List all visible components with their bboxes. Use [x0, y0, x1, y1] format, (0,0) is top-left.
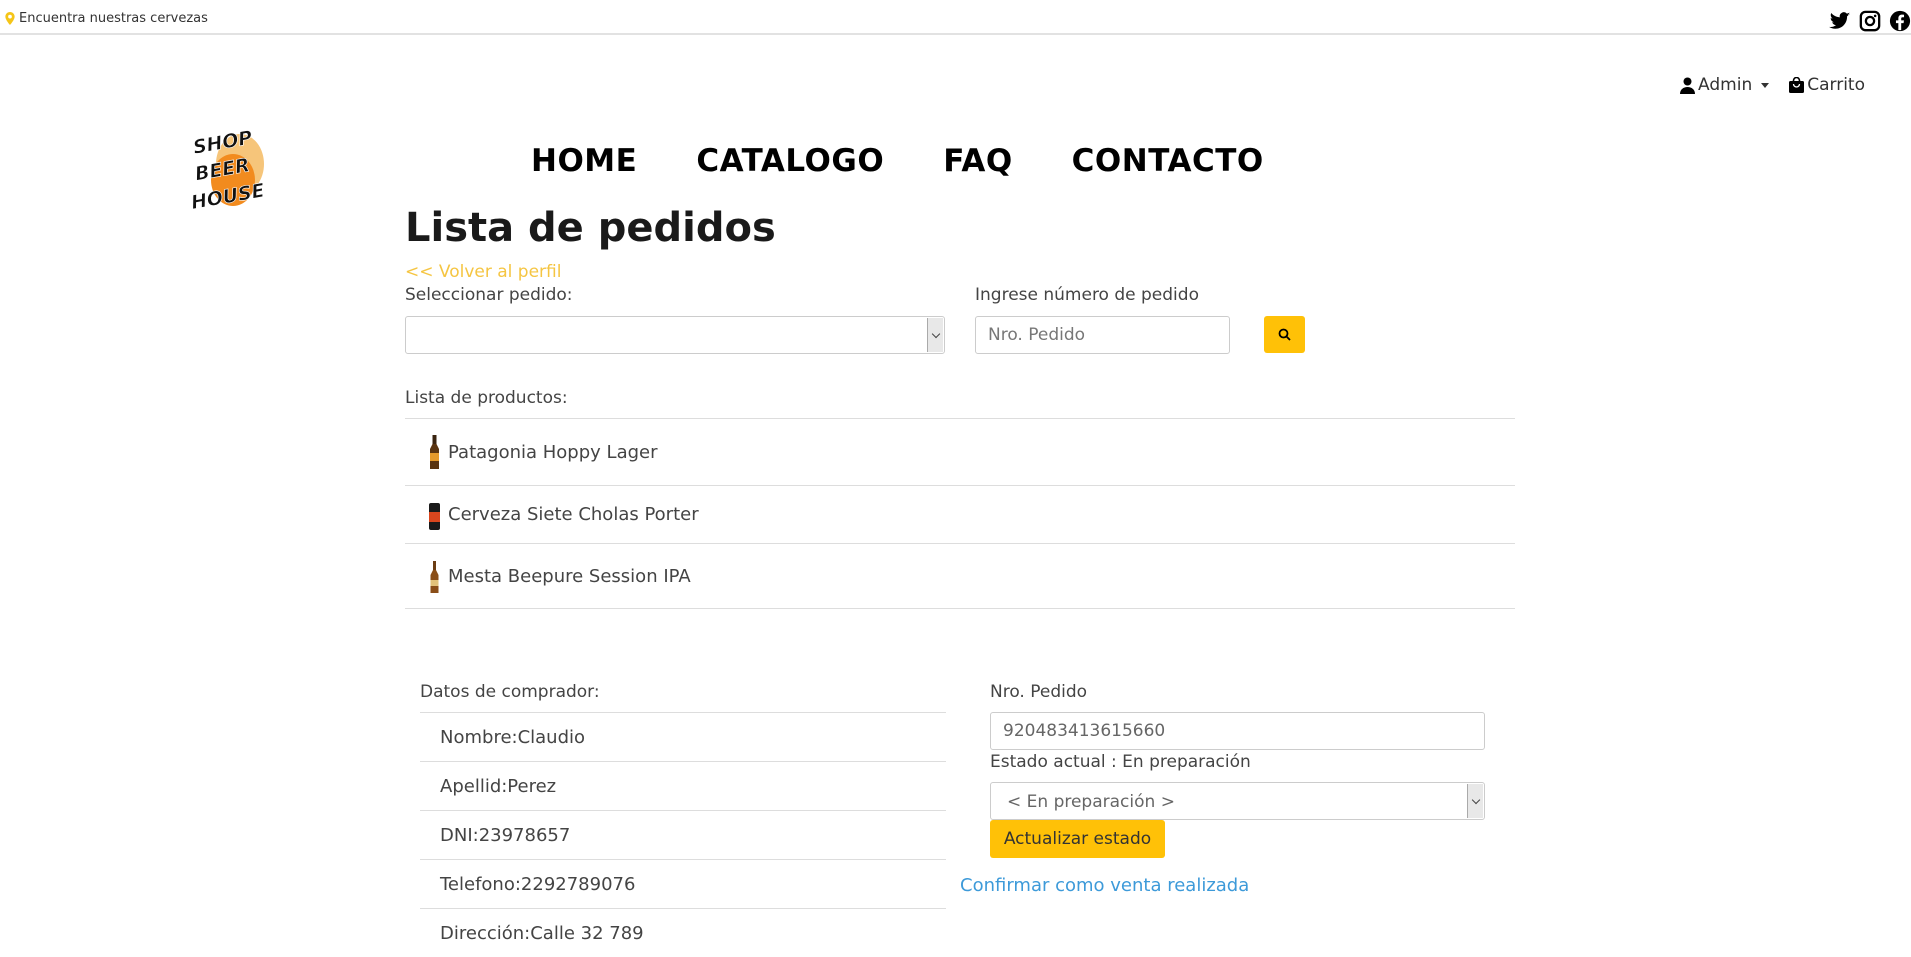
product-name: Patagonia Hoppy Lager [448, 441, 658, 463]
order-number-title: Nro. Pedido [990, 682, 1088, 702]
main-nav: HOME CATALOGO FAQ CONTACTO [531, 143, 1264, 179]
user-icon [1680, 77, 1696, 94]
nav-catalogo[interactable]: CATALOGO [696, 143, 884, 179]
cart-label: Carrito [1807, 75, 1865, 95]
list-item: Mesta Beepure Session IPA [405, 543, 1515, 609]
order-number-label: Ingrese número de pedido [975, 285, 1199, 305]
buyer-dni: DNI:23978657 [420, 810, 946, 859]
order-number-input[interactable]: Nro. Pedido [975, 316, 1230, 354]
order-select[interactable] [405, 316, 945, 354]
cart-link[interactable]: Carrito [1789, 75, 1865, 95]
status-select[interactable]: < En preparación > [990, 782, 1485, 820]
product-name: Cerveza Siete Cholas Porter [448, 504, 699, 525]
search-icon [1278, 328, 1291, 341]
chevron-down-icon [927, 318, 943, 352]
list-item: Patagonia Hoppy Lager [405, 418, 1515, 485]
facebook-icon[interactable] [1889, 10, 1911, 32]
back-to-profile-link[interactable]: << Volver al perfil [405, 262, 561, 282]
product-list: Patagonia Hoppy Lager Cerveza Siete Chol… [405, 418, 1515, 609]
instagram-icon[interactable] [1859, 10, 1881, 32]
current-status-label: Estado actual : En preparación [990, 752, 1251, 772]
confirm-sale-link[interactable]: Confirmar como venta realizada [960, 875, 1249, 896]
nav-home[interactable]: HOME [531, 143, 637, 179]
products-label: Lista de productos: [405, 388, 568, 408]
beer-bottle-icon [430, 561, 439, 593]
buyer-phone: Telefono:2292789076 [420, 859, 946, 908]
status-select-value: < En preparación > [1007, 792, 1175, 812]
beer-can-icon [429, 502, 440, 530]
store-locator-link[interactable]: Encuentra nuestras cervezas [5, 11, 208, 26]
buyer-address: Dirección:Calle 32 789 [420, 908, 946, 957]
buyer-name: Nombre:Claudio [420, 712, 946, 761]
location-text: Encuentra nuestras cervezas [19, 11, 208, 26]
select-order-label: Seleccionar pedido: [405, 285, 573, 305]
nav-contacto[interactable]: CONTACTO [1072, 143, 1264, 179]
admin-label: Admin [1698, 75, 1753, 95]
buyer-data-label: Datos de comprador: [420, 682, 600, 702]
nav-faq[interactable]: FAQ [943, 143, 1012, 179]
top-bar: Encuentra nuestras cervezas [0, 0, 1911, 35]
buyer-surname: Apellid:Perez [420, 761, 946, 810]
page-title: Lista de pedidos [405, 205, 776, 251]
location-pin-icon [5, 12, 15, 25]
user-menu: Admin Carrito [1680, 75, 1865, 95]
admin-dropdown[interactable]: Admin [1680, 75, 1770, 95]
buyer-data: Datos de comprador: Nombre:Claudio Apell… [420, 682, 946, 957]
update-status-button[interactable]: Actualizar estado [990, 820, 1165, 858]
list-item: Cerveza Siete Cholas Porter [405, 485, 1515, 543]
shop-beer-house-logo[interactable]: SHOP BEER HOUSE [186, 122, 268, 222]
shopping-bag-icon [1789, 77, 1805, 93]
search-button[interactable] [1264, 316, 1305, 353]
chevron-down-icon [1761, 82, 1770, 88]
twitter-icon[interactable] [1829, 10, 1851, 32]
social-links [1829, 10, 1911, 32]
beer-bottle-icon [430, 435, 439, 469]
order-number-field[interactable]: 920483413615660 [990, 712, 1485, 750]
chevron-down-icon [1467, 784, 1483, 818]
product-name: Mesta Beepure Session IPA [448, 565, 691, 587]
